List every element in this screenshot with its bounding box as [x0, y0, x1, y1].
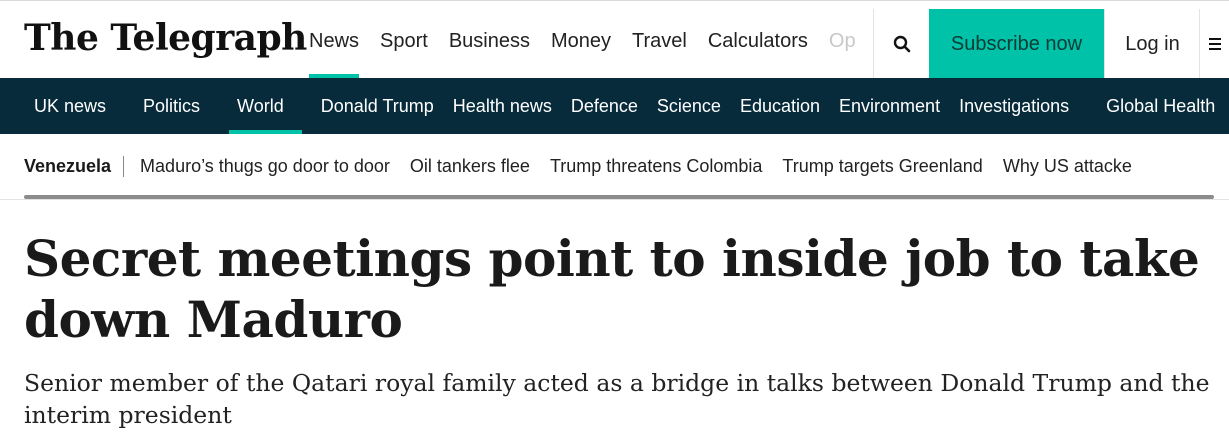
hamburger-menu-icon — [1209, 38, 1221, 50]
section-item-defence[interactable]: Defence — [571, 78, 638, 134]
topic-bar: Venezuela Maduro’s thugs go door to door… — [0, 134, 1229, 198]
section-item-donald-trump[interactable]: Donald Trump — [321, 78, 434, 134]
site-logo[interactable]: The Telegraph — [24, 17, 307, 59]
topic-link[interactable]: Trump threatens Colombia — [550, 156, 762, 177]
article-standfirst: Senior member of the Qatari royal family… — [24, 369, 1210, 429]
search-button[interactable] — [873, 9, 930, 79]
nav-item-sport[interactable]: Sport — [380, 1, 428, 79]
nav-item-opinion-truncated[interactable]: Op — [829, 1, 856, 79]
section-item-education[interactable]: Education — [740, 78, 820, 134]
section-item-uk-news[interactable]: UK news — [34, 78, 106, 134]
main-nav: News Sport Business Money Travel Calcula… — [309, 1, 877, 79]
topic-link[interactable]: Trump targets Greenland — [782, 156, 982, 177]
nav-item-news[interactable]: News — [309, 1, 360, 79]
section-item-science[interactable]: Science — [657, 78, 721, 134]
section-item-world[interactable]: World — [229, 78, 302, 134]
section-item-environment[interactable]: Environment — [839, 78, 940, 134]
topic-tag[interactable]: Venezuela — [24, 155, 125, 177]
nav-item-calculators[interactable]: Calculators — [708, 1, 808, 79]
topic-link[interactable]: Oil tankers flee — [410, 156, 530, 177]
section-item-investigations[interactable]: Investigations — [959, 78, 1069, 134]
nav-item-travel[interactable]: Travel — [632, 1, 687, 79]
login-button[interactable]: Log in — [1104, 9, 1200, 79]
menu-button[interactable] — [1199, 9, 1229, 79]
divider — [0, 199, 1229, 200]
site-header: The Telegraph News Sport Business Money … — [0, 0, 1229, 79]
section-nav: UK news Politics World Donald Trump Heal… — [0, 78, 1229, 134]
section-item-global-health[interactable]: Global Health — [1106, 78, 1215, 134]
topic-link[interactable]: Maduro’s thugs go door to door — [140, 156, 390, 177]
section-item-politics[interactable]: Politics — [143, 78, 200, 134]
page: The Telegraph News Sport Business Money … — [0, 0, 1229, 436]
nav-item-money[interactable]: Money — [551, 1, 611, 79]
subscribe-button[interactable]: Subscribe now — [929, 9, 1104, 79]
section-item-health-news[interactable]: Health news — [453, 78, 552, 134]
topic-link[interactable]: Why US attacke — [1003, 156, 1132, 177]
nav-item-business[interactable]: Business — [449, 1, 530, 79]
article-headline: Secret meetings point to inside job to t… — [24, 229, 1200, 349]
search-icon — [893, 35, 911, 53]
